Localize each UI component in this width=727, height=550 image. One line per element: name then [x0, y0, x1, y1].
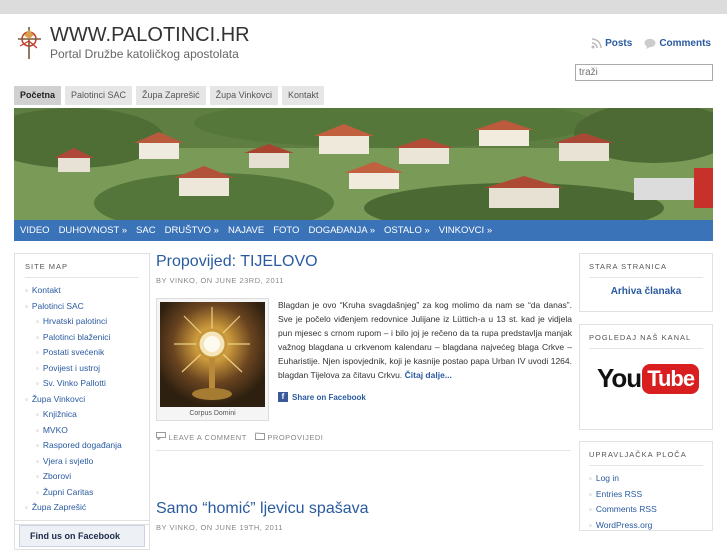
nav-foto[interactable]: FOTO [273, 225, 299, 236]
nav-sac[interactable]: SAC [136, 225, 156, 236]
facebook-find-us[interactable]: Find us on Facebook [19, 525, 145, 547]
post-image[interactable]: Corpus Domini [156, 298, 269, 421]
post-title-2[interactable]: Samo “homić” ljevicu spašava [156, 500, 571, 518]
sitemap-item-mvko[interactable]: MVKO [25, 423, 139, 439]
sitemap-item-palotinci-sac[interactable]: Palotinci SAC [25, 299, 139, 315]
chevron-down-icon: » [369, 225, 375, 236]
chevron-down-icon: » [424, 225, 430, 236]
nav-drustvo-label: DRUŠTVO [164, 225, 212, 236]
youtube-logo-you: You [597, 363, 642, 393]
share-on-facebook-button[interactable]: f Share on Facebook [278, 392, 366, 402]
facebook-widget: Find us on Facebook [14, 520, 150, 550]
nav-najave[interactable]: NAJAVE [228, 225, 264, 236]
meta-comments-rss[interactable]: Comments RSS [589, 502, 703, 518]
tab-kontakt[interactable]: Kontakt [281, 86, 325, 105]
category-nav: VIDEO DUHOVNOST » SAC DRUŠTVO » NAJAVE F… [14, 220, 713, 241]
meta-title: UPRAVLJAČKA PLOČA [589, 450, 703, 466]
logo-icon[interactable] [15, 26, 45, 60]
category-link[interactable]: PROPOVIJEDI [254, 432, 324, 442]
sitemap-item-zupa-zapresic[interactable]: Župa Zaprešić [25, 500, 139, 516]
archive-link[interactable]: Arhiva članaka [589, 286, 703, 297]
monstrance-icon [174, 307, 250, 400]
channel-widget: POGLEDAJ NAŠ KANAL You Tube [579, 324, 713, 430]
posts-feed-label: Posts [605, 38, 633, 49]
comments-feed-label: Comments [659, 38, 711, 49]
search-input[interactable] [575, 64, 713, 81]
site-title[interactable]: WWW.PALOTINCI.HR [50, 24, 250, 47]
posts-feed-link[interactable]: Posts [591, 38, 632, 49]
chevron-down-icon: » [213, 225, 219, 236]
post-excerpt: Blagdan je ovo “Kruha svagdašnjeg” za ko… [278, 298, 572, 382]
tab-zupa-vinkovci[interactable]: Župa Vinkovci [209, 86, 278, 105]
nav-dogadanja-label: DOGAĐANJA [308, 225, 368, 236]
nav-ostalo-label: OSTALO [384, 225, 422, 236]
post-meta-2: BY VINKO, ON JUNE 19TH, 2011 [156, 523, 284, 532]
category-label: PROPOVIJEDI [267, 433, 324, 442]
sitemap-item-sv-vinko[interactable]: Sv. Vinko Pallotti [25, 376, 139, 392]
monstrance-image [160, 302, 265, 407]
sitemap-widget: SITE MAP Kontakt Palotinci SAC Hrvatski … [14, 253, 150, 525]
sitemap-item-zborovi[interactable]: Zborovi [25, 469, 139, 485]
main-content: Propovijed: TIJELOVO BY VINKO, ON JUNE 2… [156, 253, 572, 451]
comment-icon [156, 432, 166, 442]
post-meta: BY VINKO, ON JUNE 23RD, 2011 [156, 276, 284, 285]
leave-comment-label: LEAVE A COMMENT [168, 433, 247, 442]
image-caption: Corpus Domini [189, 410, 236, 417]
read-more-link[interactable]: Čitaj dalje... [405, 370, 452, 380]
rss-icon [591, 38, 602, 49]
tab-zupa-zapresic[interactable]: Župa Zaprešić [136, 86, 206, 105]
nav-duhovnost[interactable]: DUHOVNOST » [59, 225, 127, 236]
post-title[interactable]: Propovijed: TIJELOVO [156, 253, 571, 271]
sitemap-item-vjera[interactable]: Vjera i svjetlo [25, 454, 139, 470]
sitemap-title: SITE MAP [25, 262, 139, 278]
meta-widget: UPRAVLJAČKA PLOČA Log in Entries RSS Com… [579, 441, 713, 531]
site-description: Portal Družbe katoličkog apostolata [50, 47, 239, 61]
sitemap-item-postati-svecenik[interactable]: Postati svećenik [25, 345, 139, 361]
page-nav: Početna Palotinci SAC Župa Zaprešić Župa… [14, 86, 325, 105]
post-body: Corpus Domini Blagdan je ovo “Kruha svag… [156, 298, 572, 426]
top-bar [0, 0, 727, 14]
channel-title: POGLEDAJ NAŠ KANAL [589, 333, 703, 349]
comments-feed-link[interactable]: Comments [644, 38, 711, 49]
meta-entries-rss[interactable]: Entries RSS [589, 487, 703, 503]
leave-comment-link[interactable]: LEAVE A COMMENT [156, 432, 247, 442]
header-banner-image [14, 108, 713, 220]
sitemap-item-hrvatski-palotinci[interactable]: Hrvatski palotinci [25, 314, 139, 330]
nav-duhovnost-label: DUHOVNOST [58, 225, 120, 236]
nav-vinkovci-label: VINKOVCI [438, 225, 485, 236]
sitemap-item-palotinci-blazenici[interactable]: Palotinci blaženici [25, 330, 139, 346]
chevron-down-icon: » [486, 225, 493, 236]
sitemap-item-raspored[interactable]: Raspored događanja [25, 438, 139, 454]
sitemap-list: Kontakt Palotinci SAC Hrvatski palotinci… [25, 283, 139, 516]
chevron-down-icon: » [121, 225, 128, 236]
share-label: Share on Facebook [292, 392, 366, 402]
sitemap-item-caritas[interactable]: Župni Caritas [25, 485, 139, 501]
nav-ostalo[interactable]: OSTALO » [384, 225, 430, 236]
old-site-widget: STARA STRANICA Arhiva članaka [579, 253, 713, 312]
old-site-title: STARA STRANICA [589, 262, 703, 278]
youtube-logo[interactable]: You Tube [597, 363, 700, 394]
tab-palotinci-sac[interactable]: Palotinci SAC [65, 86, 133, 105]
nav-video[interactable]: VIDEO [20, 225, 50, 236]
post-footer: LEAVE A COMMENT PROPOVIJEDI [156, 432, 571, 451]
folder-icon [254, 432, 265, 440]
feed-links: Posts Comments [591, 38, 711, 49]
sitemap-item-zupa-vinkovci[interactable]: Župa Vinkovci [25, 392, 139, 408]
meta-list: Log in Entries RSS Comments RSS WordPres… [589, 471, 703, 533]
post-excerpt-text: Blagdan je ovo “Kruha svagdašnjeg” za ko… [278, 300, 572, 380]
youtube-logo-tube: Tube [642, 363, 700, 394]
tab-pocetna[interactable]: Početna [14, 86, 62, 105]
speech-bubble-icon [644, 38, 656, 49]
nav-drustvo[interactable]: DRUŠTVO » [165, 225, 219, 236]
meta-wordpress-org[interactable]: WordPress.org [589, 518, 703, 534]
sitemap-item-knjiznica[interactable]: Knjižnica [25, 407, 139, 423]
nav-vinkovci[interactable]: VINKOVCI » [439, 225, 492, 236]
sitemap-item-povijest[interactable]: Povijest i ustroj [25, 361, 139, 377]
facebook-icon: f [278, 392, 288, 402]
meta-log-in[interactable]: Log in [589, 471, 703, 487]
nav-dogadanja[interactable]: DOGAĐANJA » [308, 225, 375, 236]
second-post: Samo “homić” ljevicu spašava BY VINKO, O… [156, 500, 571, 532]
sitemap-item-kontakt[interactable]: Kontakt [25, 283, 139, 299]
